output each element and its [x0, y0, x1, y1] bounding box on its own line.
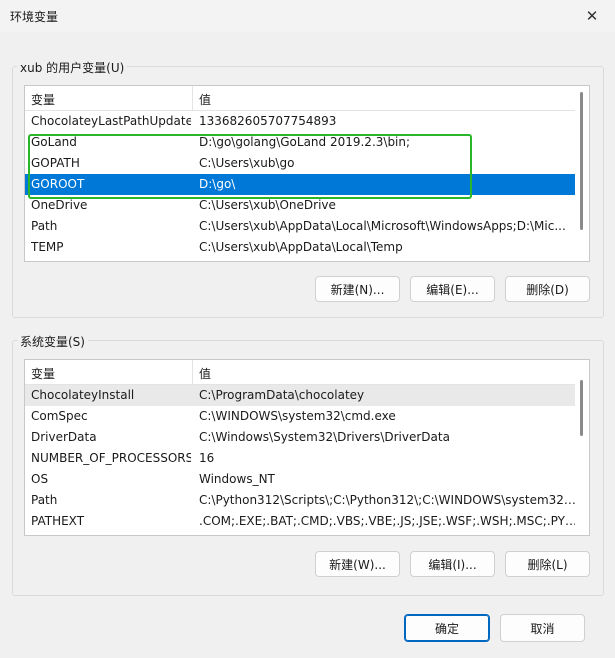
user-delete-button[interactable]: 删除(D) [505, 276, 590, 302]
variable-name: NUMBER_OF_PROCESSORS [31, 451, 191, 465]
column-header-value[interactable]: 值 [199, 91, 211, 108]
user-variables-label: xub 的用户变量(U) [17, 59, 128, 76]
table-row[interactable]: ChocolateyLastPathUpdate 1336826057077548… [25, 111, 575, 132]
list-header: 变量 值 [25, 86, 589, 111]
table-row[interactable]: OS Windows_NT [25, 469, 575, 490]
variable-value: .COM;.EXE;.BAT;.CMD;.VBS;.VBE;.JS;.JSE;.… [199, 514, 577, 528]
table-row[interactable]: GoLand D:\go\golang\GoLand 2019.2.3\bin; [25, 132, 575, 153]
variable-name: Path [31, 219, 58, 233]
column-header-name[interactable]: 变量 [31, 91, 55, 108]
variable-name: ChocolateyLastPathUpdate [31, 114, 191, 128]
variable-name: GoLand [31, 135, 77, 149]
window-title: 环境变量 [10, 10, 59, 24]
table-row[interactable]: Path C:\Python312\Scripts\;C:\Python312\;… [25, 490, 577, 511]
variable-name: GOROOT [31, 177, 85, 191]
variable-name: ChocolateyInstall [31, 388, 135, 402]
variable-name: ComSpec [31, 409, 88, 423]
scrollbar[interactable] [575, 86, 589, 261]
variable-name: OS [31, 472, 49, 486]
variable-name: GOPATH [31, 156, 80, 170]
system-variables-list[interactable]: 变量 值 ChocolateyInstall C:\ProgramData\cho… [24, 359, 590, 536]
cancel-button[interactable]: 取消 [500, 614, 585, 642]
column-header-value[interactable]: 值 [199, 365, 211, 382]
table-row[interactable]: ChocolateyInstall C:\ProgramData\chocolat… [25, 385, 575, 406]
title-bar: 环境变量 ✕ [0, 0, 615, 32]
variable-value: 133682605707754893 [199, 114, 337, 128]
column-separator[interactable] [192, 360, 193, 384]
variable-value: C:\Windows\System32\Drivers\DriverData [199, 430, 450, 444]
user-variables-rows: ChocolateyLastPathUpdate 1336826057077548… [25, 111, 575, 258]
list-header: 变量 值 [25, 360, 589, 385]
user-variables-list[interactable]: 变量 值 ChocolateyLastPathUpdate 13368260570… [24, 85, 590, 262]
variable-value: C:\Users\xub\go [199, 156, 295, 170]
variable-value: C:\WINDOWS\system32\cmd.exe [199, 409, 396, 423]
variable-value: Windows_NT [199, 472, 275, 486]
table-row[interactable]: Path C:\Users\xub\AppData\Local\Microsoft… [25, 216, 575, 237]
table-row[interactable]: DriverData C:\Windows\System32\Drivers\Dr… [25, 427, 575, 448]
variable-name: TEMP [31, 240, 64, 254]
variable-value: C:\Users\xub\OneDrive [199, 198, 336, 212]
system-edit-button[interactable]: 编辑(I)... [410, 551, 495, 577]
ok-button[interactable]: 确定 [404, 614, 490, 642]
variable-value: D:\go\golang\GoLand 2019.2.3\bin; [199, 135, 411, 149]
table-row[interactable]: PATHEXT .COM;.EXE;.BAT;.CMD;.VBS;.VBE;.JS… [25, 511, 577, 532]
variable-name: OneDrive [31, 198, 88, 212]
system-delete-button[interactable]: 删除(L) [505, 551, 590, 577]
variable-value: C:\ProgramData\chocolatey [199, 388, 365, 402]
system-new-button[interactable]: 新建(W)... [315, 551, 400, 577]
table-row[interactable]: GOPATH C:\Users\xub\go [25, 153, 575, 174]
system-variables-label: 系统变量(S) [17, 333, 88, 350]
scrollbar-thumb[interactable] [580, 380, 583, 436]
variable-value: D:\go\ [199, 177, 236, 191]
table-row[interactable]: NUMBER_OF_PROCESSORS 16 [25, 448, 575, 469]
user-edit-button[interactable]: 编辑(E)... [410, 276, 495, 302]
variable-value: 16 [199, 451, 215, 465]
variable-value: C:\Users\xub\AppData\Local\Microsoft\Win… [199, 219, 566, 233]
scrollbar[interactable] [575, 360, 589, 535]
column-separator[interactable] [192, 86, 193, 110]
variable-value: C:\Users\xub\AppData\Local\Temp [199, 240, 403, 254]
column-header-name[interactable]: 变量 [31, 365, 55, 382]
table-row[interactable]: OneDrive C:\Users\xub\OneDrive [25, 195, 575, 216]
user-new-button[interactable]: 新建(N)... [315, 276, 400, 302]
variable-name: PATHEXT [31, 514, 85, 528]
variable-name: DriverData [31, 430, 97, 444]
variable-name: Path [31, 493, 58, 507]
variable-value: C:\Python312\Scripts\;C:\Python312\;C:\W… [199, 493, 577, 507]
scrollbar-thumb[interactable] [580, 92, 583, 230]
close-icon[interactable]: ✕ [569, 0, 615, 32]
table-row[interactable]: TEMP C:\Users\xub\AppData\Local\Temp [25, 237, 575, 258]
system-variables-rows: ChocolateyInstall C:\ProgramData\chocolat… [25, 385, 577, 532]
table-row[interactable]: ComSpec C:\WINDOWS\system32\cmd.exe [25, 406, 575, 427]
table-row[interactable]: GOROOT D:\go\ [25, 174, 575, 195]
